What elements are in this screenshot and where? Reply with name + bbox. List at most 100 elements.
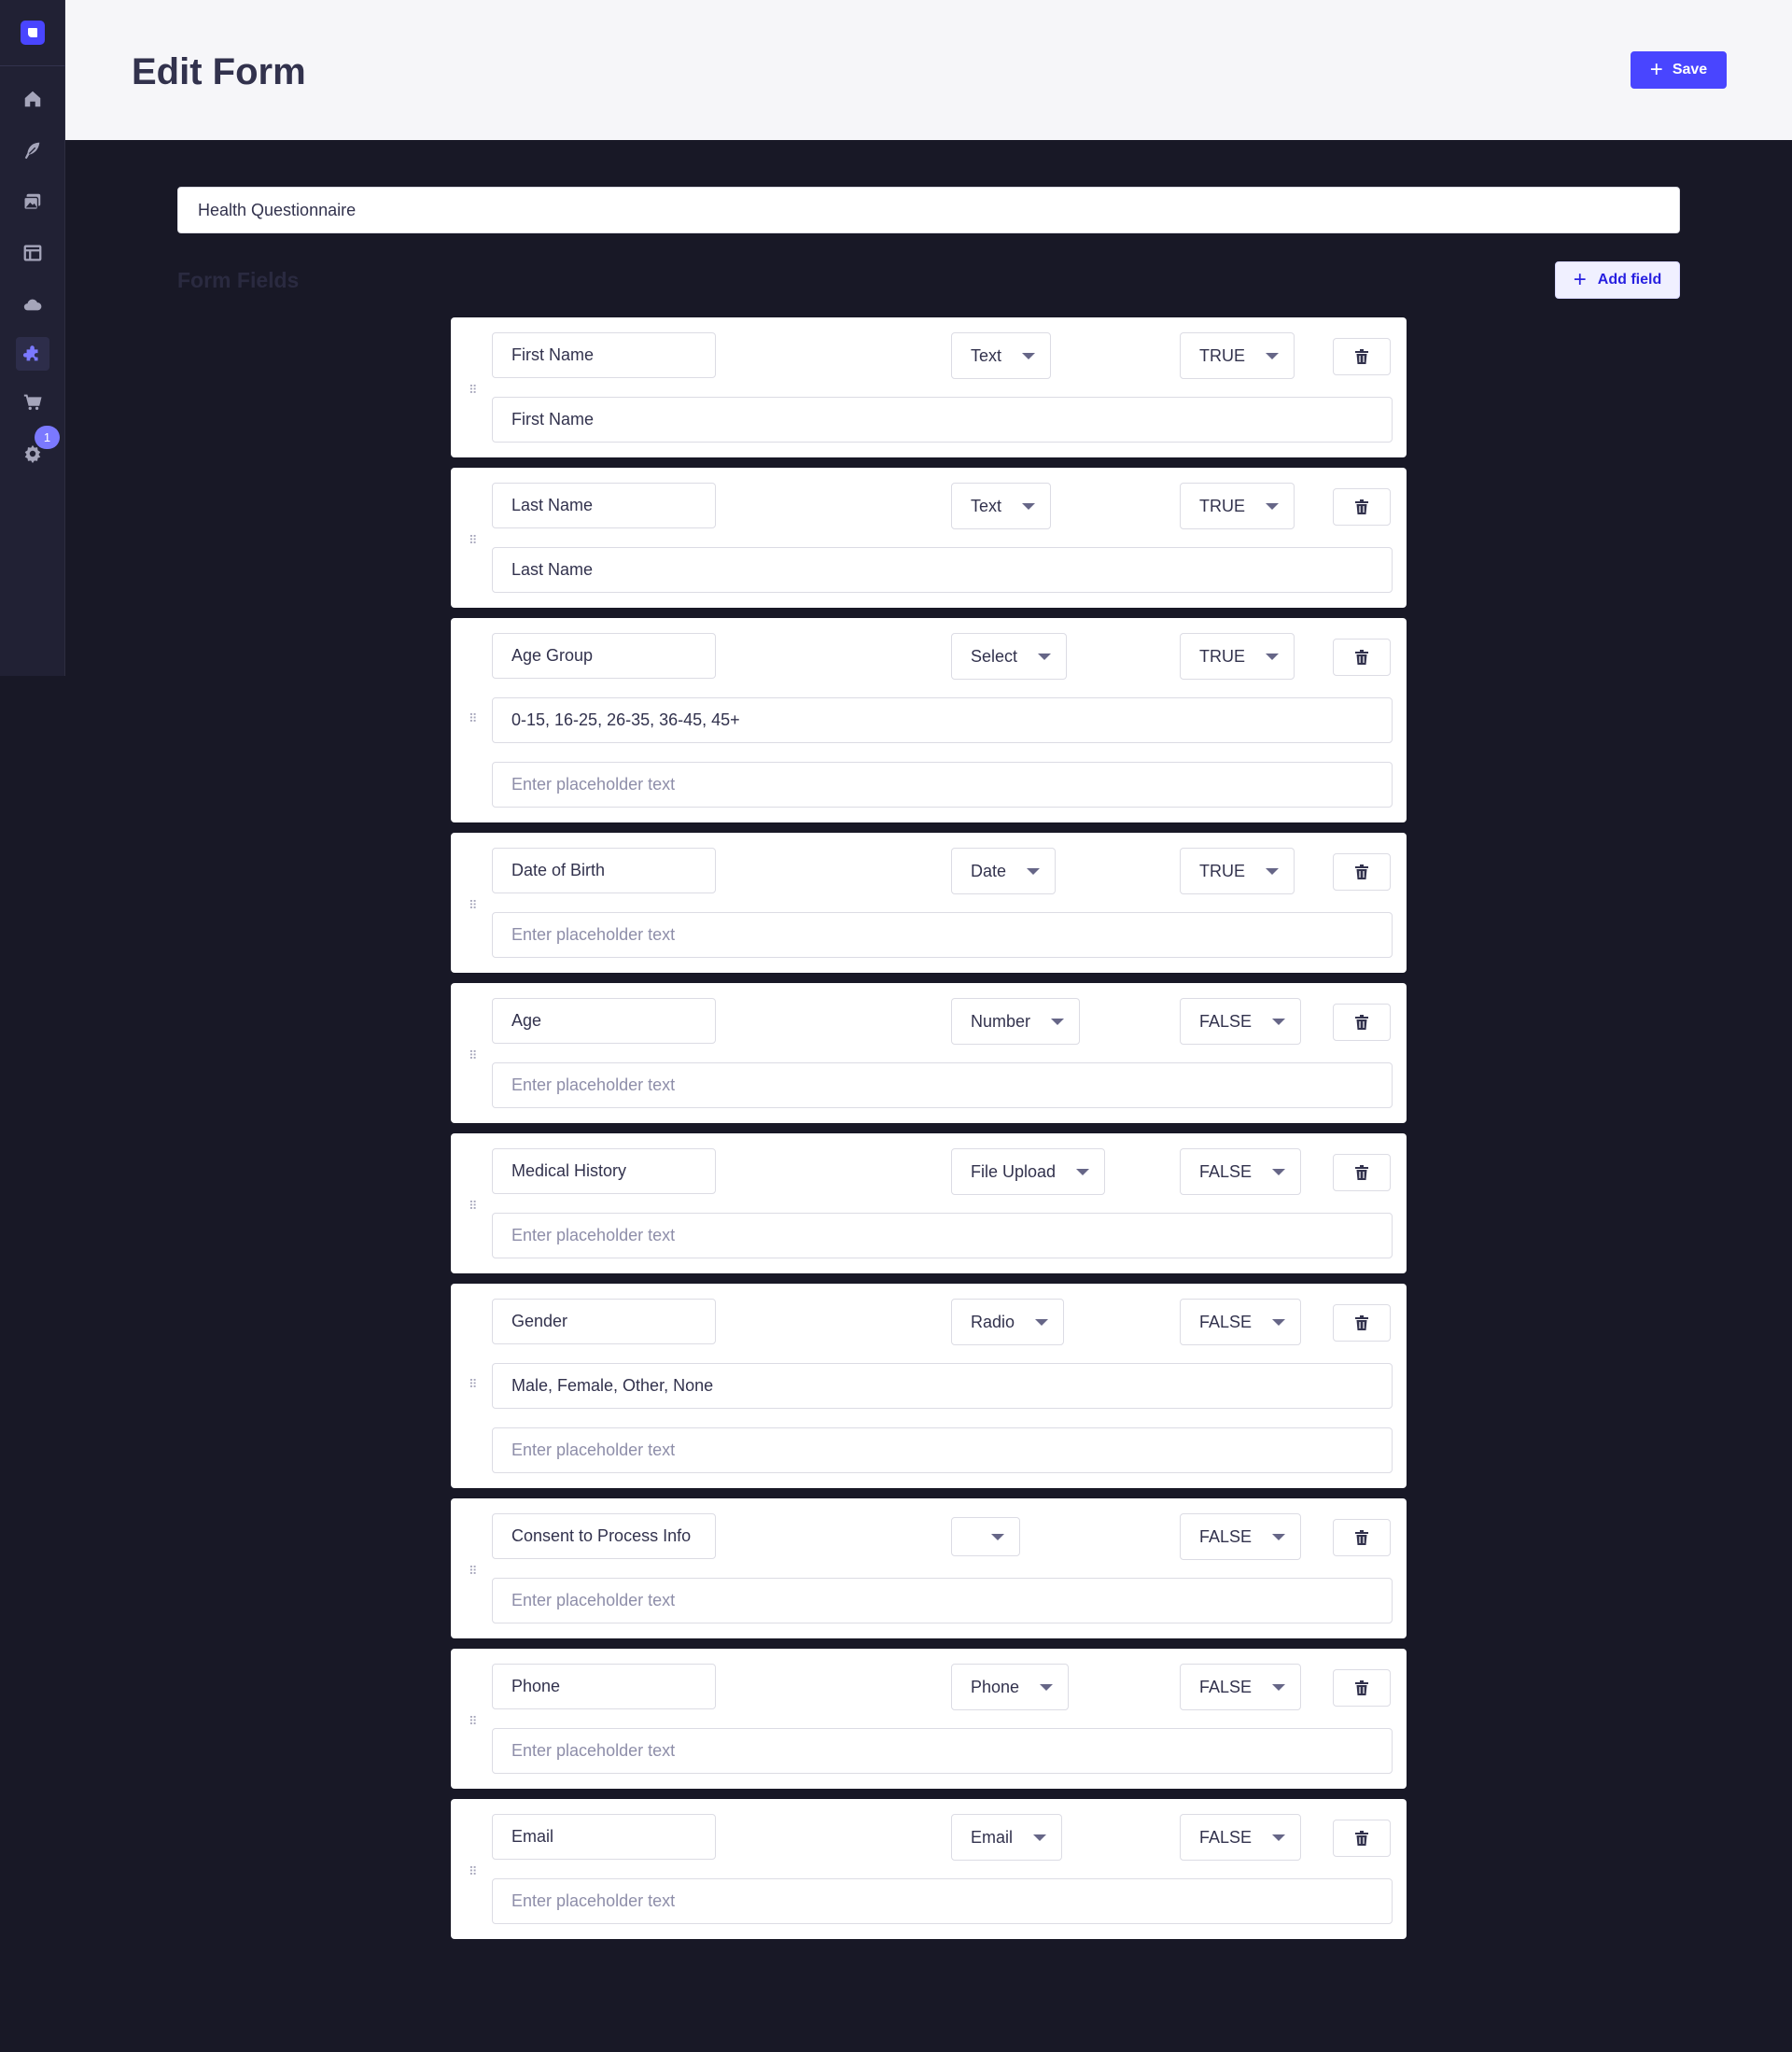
sidebar-item-plugins[interactable]: [16, 337, 49, 371]
cart-icon: [23, 394, 42, 411]
sidebar-item-cloud[interactable]: [16, 288, 49, 321]
trash-icon: [1355, 349, 1368, 364]
sidebar-item-home[interactable]: [16, 82, 49, 116]
field-type-select[interactable]: File Upload: [951, 1148, 1106, 1195]
field-required-select[interactable]: FALSE: [1180, 998, 1302, 1045]
chevron-down-icon: [1035, 1318, 1049, 1326]
save-button-label: Save: [1672, 62, 1708, 77]
chevron-down-icon: [1272, 1683, 1286, 1691]
drag-handle-icon[interactable]: ⠿: [469, 1564, 477, 1579]
field-label-input[interactable]: Age: [492, 998, 716, 1044]
field-card: ⠿ Age Group Select TRUE 0-15, 16-25, 26-…: [451, 618, 1407, 822]
field-type-select[interactable]: Text: [951, 483, 1052, 529]
chevron-down-icon: [1076, 1168, 1090, 1175]
field-type-value: Select: [971, 646, 1018, 666]
trash-icon: [1355, 1530, 1368, 1545]
field-required-select[interactable]: FALSE: [1180, 1299, 1302, 1345]
drag-handle-icon[interactable]: ⠿: [469, 1377, 477, 1392]
trash-icon: [1355, 1315, 1368, 1330]
drag-handle-icon[interactable]: ⠿: [469, 711, 477, 726]
field-required-select[interactable]: FALSE: [1180, 1664, 1302, 1710]
field-required-select[interactable]: TRUE: [1180, 332, 1295, 379]
field-type-value: Email: [971, 1827, 1014, 1847]
field-required-value: TRUE: [1199, 646, 1245, 666]
field-type-select[interactable]: Select: [951, 633, 1068, 680]
field-type-select[interactable]: Text: [951, 332, 1052, 379]
drag-handle-icon[interactable]: ⠿: [469, 1199, 477, 1214]
field-label-input[interactable]: Gender: [492, 1299, 716, 1344]
field-required-select[interactable]: TRUE: [1180, 633, 1295, 680]
page-header: Edit Form + Save: [65, 0, 1792, 140]
drag-handle-icon[interactable]: ⠿: [469, 383, 477, 398]
chevron-down-icon: [1051, 1018, 1065, 1025]
delete-field-button[interactable]: [1333, 1669, 1391, 1707]
drag-handle-icon[interactable]: ⠿: [469, 1714, 477, 1729]
sidebar-item-media[interactable]: [16, 185, 49, 218]
field-label-input[interactable]: Date of Birth: [492, 848, 716, 893]
field-label-input[interactable]: Phone: [492, 1664, 716, 1709]
field-card: ⠿ Gender Radio FALSE Male, Female, Other…: [451, 1284, 1407, 1488]
delete-field-button[interactable]: [1333, 488, 1391, 526]
chevron-down-icon: [1022, 352, 1036, 359]
field-label-input[interactable]: Email: [492, 1814, 716, 1860]
section-title: Form Fields: [177, 268, 300, 292]
field-type-select[interactable]: [951, 1517, 1020, 1556]
field-label-input[interactable]: Age Group: [492, 633, 716, 679]
delete-field-button[interactable]: [1333, 1154, 1391, 1191]
field-label-input[interactable]: Consent to Process Info: [492, 1513, 716, 1559]
chevron-down-icon: [1272, 1318, 1286, 1326]
field-placeholder-input[interactable]: Enter placeholder text: [492, 1578, 1393, 1623]
field-required-select[interactable]: TRUE: [1180, 483, 1295, 529]
field-placeholder-input[interactable]: Enter placeholder text: [492, 1213, 1393, 1258]
field-label-input[interactable]: Medical History: [492, 1148, 716, 1194]
media-icon: [23, 193, 41, 210]
sidebar-item-marketplace[interactable]: [16, 386, 49, 419]
field-placeholder-input[interactable]: Last Name: [492, 547, 1393, 593]
field-placeholder-input[interactable]: First Name: [492, 397, 1393, 443]
field-type-value: Date: [971, 861, 1007, 880]
delete-field-button[interactable]: [1333, 853, 1391, 891]
field-label-input[interactable]: First Name: [492, 332, 716, 378]
delete-field-button[interactable]: [1333, 639, 1391, 676]
field-type-select[interactable]: Date: [951, 848, 1057, 894]
trash-icon: [1355, 864, 1368, 879]
form-name-input[interactable]: Health Questionnaire: [177, 187, 1680, 233]
field-placeholder-input[interactable]: Enter placeholder text: [492, 1878, 1393, 1924]
chevron-down-icon: [1033, 1834, 1047, 1841]
sidebar-item-layout[interactable]: [16, 236, 49, 270]
field-placeholder-input[interactable]: Enter placeholder text: [492, 762, 1393, 808]
field-required-select[interactable]: TRUE: [1180, 848, 1295, 894]
field-type-select[interactable]: Number: [951, 998, 1081, 1045]
delete-field-button[interactable]: [1333, 338, 1391, 375]
delete-field-button[interactable]: [1333, 1519, 1391, 1556]
field-type-select[interactable]: Radio: [951, 1299, 1065, 1345]
drag-handle-icon[interactable]: ⠿: [469, 1048, 477, 1063]
field-placeholder-input[interactable]: Enter placeholder text: [492, 1427, 1393, 1473]
field-placeholder-input[interactable]: Enter placeholder text: [492, 1062, 1393, 1108]
delete-field-button[interactable]: [1333, 1820, 1391, 1857]
drag-handle-icon[interactable]: ⠿: [469, 533, 477, 548]
field-type-select[interactable]: Email: [951, 1814, 1063, 1861]
drag-handle-icon[interactable]: ⠿: [469, 898, 477, 913]
field-required-value: FALSE: [1199, 1011, 1253, 1031]
field-options-input[interactable]: 0-15, 16-25, 26-35, 36-45, 45+: [492, 697, 1393, 743]
field-options-input[interactable]: Male, Female, Other, None: [492, 1363, 1393, 1409]
drag-handle-icon[interactable]: ⠿: [469, 1864, 477, 1879]
field-placeholder-input[interactable]: Enter placeholder text: [492, 912, 1393, 958]
field-required-select[interactable]: FALSE: [1180, 1148, 1302, 1195]
field-required-select[interactable]: FALSE: [1180, 1513, 1302, 1560]
field-label-input[interactable]: Last Name: [492, 483, 716, 528]
save-button[interactable]: + Save: [1631, 51, 1727, 89]
field-required-select[interactable]: FALSE: [1180, 1814, 1302, 1861]
field-type-select[interactable]: Phone: [951, 1664, 1070, 1710]
field-card: ⠿ Email Email FALSE Enter placeholder te…: [451, 1799, 1407, 1939]
page-title: Edit Form: [132, 51, 306, 92]
field-type-value: Phone: [971, 1677, 1020, 1696]
sidebar-item-content[interactable]: [16, 134, 49, 167]
field-placeholder-input[interactable]: Enter placeholder text: [492, 1728, 1393, 1774]
add-field-button[interactable]: + Add field: [1555, 261, 1680, 299]
delete-field-button[interactable]: [1333, 1304, 1391, 1342]
chevron-down-icon: [1027, 867, 1041, 875]
delete-field-button[interactable]: [1333, 1004, 1391, 1041]
app-logo[interactable]: [21, 21, 45, 45]
